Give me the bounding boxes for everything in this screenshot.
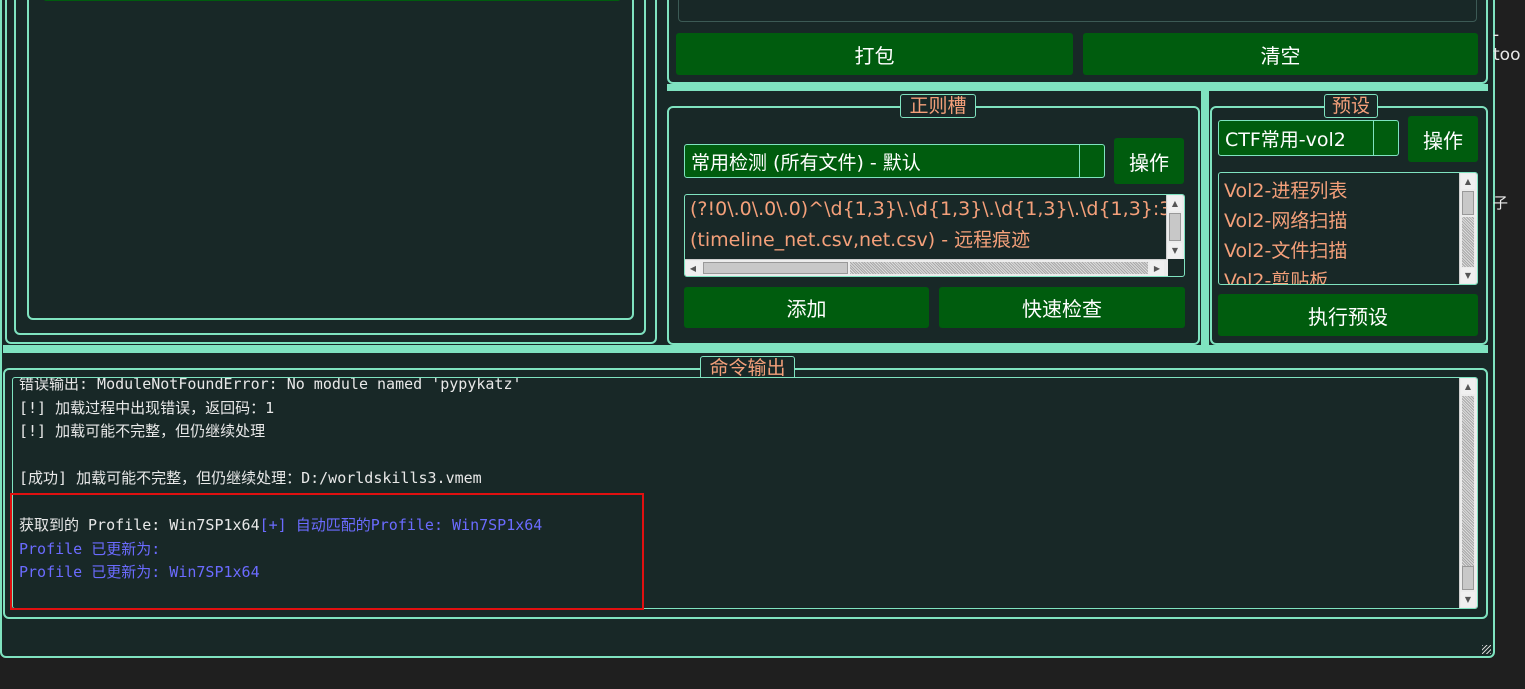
scroll-thumb[interactable]: [1462, 566, 1474, 590]
add-button[interactable]: 添加: [684, 287, 929, 328]
dropdown-arrow-icon[interactable]: [1373, 121, 1398, 155]
regex-entry[interactable]: (?!0\.0\.0\.0)^\d{1,3}\.\d{1,3}\.\d{1,3}…: [690, 198, 1184, 220]
scroll-track: [1462, 396, 1474, 566]
highlight-box: [10, 493, 644, 610]
scroll-thumb[interactable]: [703, 262, 848, 274]
scroll-track: [1462, 217, 1474, 267]
preset-item[interactable]: Vol2-剪贴板: [1224, 266, 1328, 284]
regex-action-button[interactable]: 操作: [1114, 138, 1184, 184]
output-line: [!] 加载过程中出现错误，返回码：1: [19, 397, 542, 421]
pack-button[interactable]: 打包: [676, 33, 1073, 75]
output-line-text: [!] 加载可能不完整，但仍继续处理: [19, 422, 266, 440]
scroll-track: [850, 262, 1148, 274]
preset-item[interactable]: Vol2-网络扫描: [1224, 206, 1347, 233]
divider-bar-bottom: [3, 345, 1488, 353]
scroll-thumb[interactable]: [1169, 213, 1181, 241]
file-list-box[interactable]: [27, 0, 634, 320]
output-line-text: [!] 加载过程中出现错误，返回码：1: [19, 398, 275, 417]
scroll-up-icon[interactable]: ▲: [1168, 196, 1182, 211]
preset-action-button[interactable]: 操作: [1408, 116, 1478, 162]
clear-button[interactable]: 清空: [1083, 33, 1478, 75]
scroll-down-icon[interactable]: ▼: [1168, 243, 1182, 258]
dropdown-arrow-icon[interactable]: [1079, 145, 1104, 177]
output-line: [!] 加载可能不完整，但仍继续处理: [19, 420, 542, 444]
run-preset-button[interactable]: 执行预设: [1218, 294, 1478, 336]
background-window-text: -too: [1493, 25, 1521, 65]
quick-check-button[interactable]: 快速检查: [939, 287, 1185, 328]
divider-bar-vertical: [1201, 91, 1209, 345]
regex-vertical-scrollbar[interactable]: ▲ ▼: [1166, 195, 1184, 259]
text-input-area[interactable]: [678, 0, 1477, 22]
scroll-up-icon[interactable]: ▲: [1461, 174, 1475, 189]
regex-horizontal-scrollbar[interactable]: ◀ ▶: [685, 259, 1168, 276]
scroll-thumb[interactable]: [1462, 191, 1474, 215]
scroll-down-icon[interactable]: ▼: [1461, 268, 1475, 283]
output-line: 错误输出: ModuleNotFoundError: No module nam…: [19, 377, 542, 397]
regex-list[interactable]: (?!0\.0\.0\.0)^\d{1,3}\.\d{1,3}\.\d{1,3}…: [684, 194, 1185, 277]
preset-item[interactable]: Vol2-进程列表: [1224, 176, 1347, 203]
regex-slot-title: 正则槽: [900, 94, 976, 118]
scroll-down-icon[interactable]: ▼: [1461, 592, 1475, 607]
regex-preset-selected: 常用检测 (所有文件) - 默认: [691, 151, 921, 174]
output-line-text: [成功] 加载可能不完整，但仍继续处理：D:/worldskills3.vmem: [19, 469, 482, 487]
file-list-progress: [44, 0, 620, 1]
regex-entry[interactable]: (timeline_net.csv,net.csv) - 远程痕迹: [690, 225, 1030, 252]
divider-bar-top: [667, 84, 1488, 91]
preset-vertical-scrollbar[interactable]: ▲ ▼: [1459, 173, 1477, 284]
scroll-left-icon[interactable]: ◀: [686, 261, 700, 276]
preset-title: 预设: [1324, 94, 1378, 118]
resize-grip-icon[interactable]: [1482, 645, 1491, 654]
preset-list[interactable]: Vol2-进程列表 Vol2-网络扫描 Vol2-文件扫描 Vol2-剪贴板 ▲…: [1218, 172, 1478, 285]
regex-preset-select[interactable]: 常用检测 (所有文件) - 默认: [684, 144, 1105, 178]
output-line: [成功] 加载可能不完整，但仍继续处理：D:/worldskills3.vmem: [19, 467, 542, 491]
output-vertical-scrollbar[interactable]: ▲ ▼: [1459, 378, 1477, 608]
background-window-text: 子: [1493, 194, 1509, 212]
preset-item[interactable]: Vol2-文件扫描: [1224, 236, 1347, 263]
preset-select[interactable]: CTF常用-vol2: [1218, 120, 1399, 156]
preset-selected: CTF常用-vol2: [1225, 128, 1346, 151]
scroll-right-icon[interactable]: ▶: [1150, 261, 1164, 276]
output-line-text: 错误输出: ModuleNotFoundError: No module nam…: [19, 377, 522, 393]
scroll-up-icon[interactable]: ▲: [1461, 379, 1475, 394]
